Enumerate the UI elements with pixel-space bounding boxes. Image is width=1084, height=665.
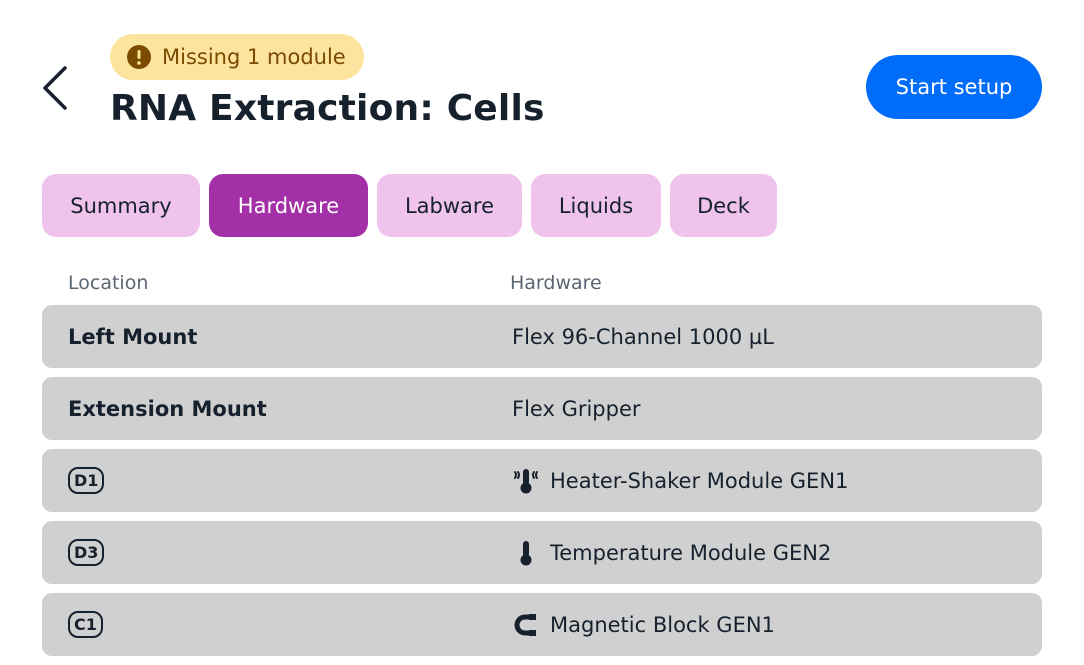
- tab-labware[interactable]: Labware: [377, 174, 522, 237]
- alert-circle-icon: [127, 45, 151, 69]
- back-button[interactable]: [30, 58, 80, 118]
- table-row[interactable]: Left Mount Flex 96-Channel 1000 µL: [42, 305, 1042, 368]
- row-hardware: Heater-Shaker Module GEN1: [512, 449, 848, 512]
- tab-bar: Summary Hardware Labware Liquids Deck: [42, 174, 777, 237]
- deck-slot-badge: D3: [68, 539, 105, 566]
- hardware-name: Magnetic Block GEN1: [550, 612, 775, 637]
- table-row[interactable]: Extension Mount Flex Gripper: [42, 377, 1042, 440]
- start-setup-button[interactable]: Start setup: [866, 55, 1042, 119]
- table-row[interactable]: D3 Temperature Module GEN2: [42, 521, 1042, 584]
- missing-module-badge: Missing 1 module: [110, 34, 364, 80]
- tab-liquids[interactable]: Liquids: [531, 174, 661, 237]
- thermometer-icon: [520, 540, 532, 565]
- column-header-hardware: Hardware: [510, 272, 602, 294]
- tab-deck[interactable]: Deck: [670, 174, 777, 237]
- row-location: C1: [68, 593, 103, 656]
- heater-shaker-icon: [514, 468, 538, 493]
- badge-text: Missing 1 module: [162, 45, 346, 69]
- tab-hardware[interactable]: Hardware: [209, 174, 368, 237]
- hardware-name: Temperature Module GEN2: [550, 540, 832, 565]
- row-hardware: Flex 96-Channel 1000 µL: [512, 305, 774, 368]
- deck-slot-badge: C1: [68, 611, 103, 638]
- row-location: Extension Mount: [68, 396, 267, 421]
- row-location: D1: [68, 449, 105, 512]
- hardware-name: Flex 96-Channel 1000 µL: [512, 324, 774, 349]
- row-hardware: Flex Gripper: [512, 377, 641, 440]
- row-hardware: Temperature Module GEN2: [512, 521, 831, 584]
- row-location: D3: [68, 521, 105, 584]
- tab-summary[interactable]: Summary: [42, 174, 200, 237]
- chevron-left-icon: [43, 66, 67, 110]
- hardware-table: Left Mount Flex 96-Channel 1000 µL Exten…: [42, 305, 1042, 665]
- column-header-location: Location: [68, 272, 149, 294]
- table-row[interactable]: C1 Magnetic Block GEN1: [42, 593, 1042, 656]
- table-row[interactable]: D1 Heater-Shaker Module GEN1: [42, 449, 1042, 512]
- row-hardware: Magnetic Block GEN1: [512, 593, 775, 656]
- magnet-icon: [514, 613, 536, 636]
- hardware-name: Heater-Shaker Module GEN1: [550, 468, 849, 493]
- hardware-name: Flex Gripper: [512, 396, 641, 421]
- row-location: Left Mount: [68, 324, 198, 349]
- deck-slot-badge: D1: [68, 467, 105, 494]
- table-header: Location Hardware: [68, 272, 1042, 298]
- page-title: RNA Extraction: Cells: [110, 88, 545, 129]
